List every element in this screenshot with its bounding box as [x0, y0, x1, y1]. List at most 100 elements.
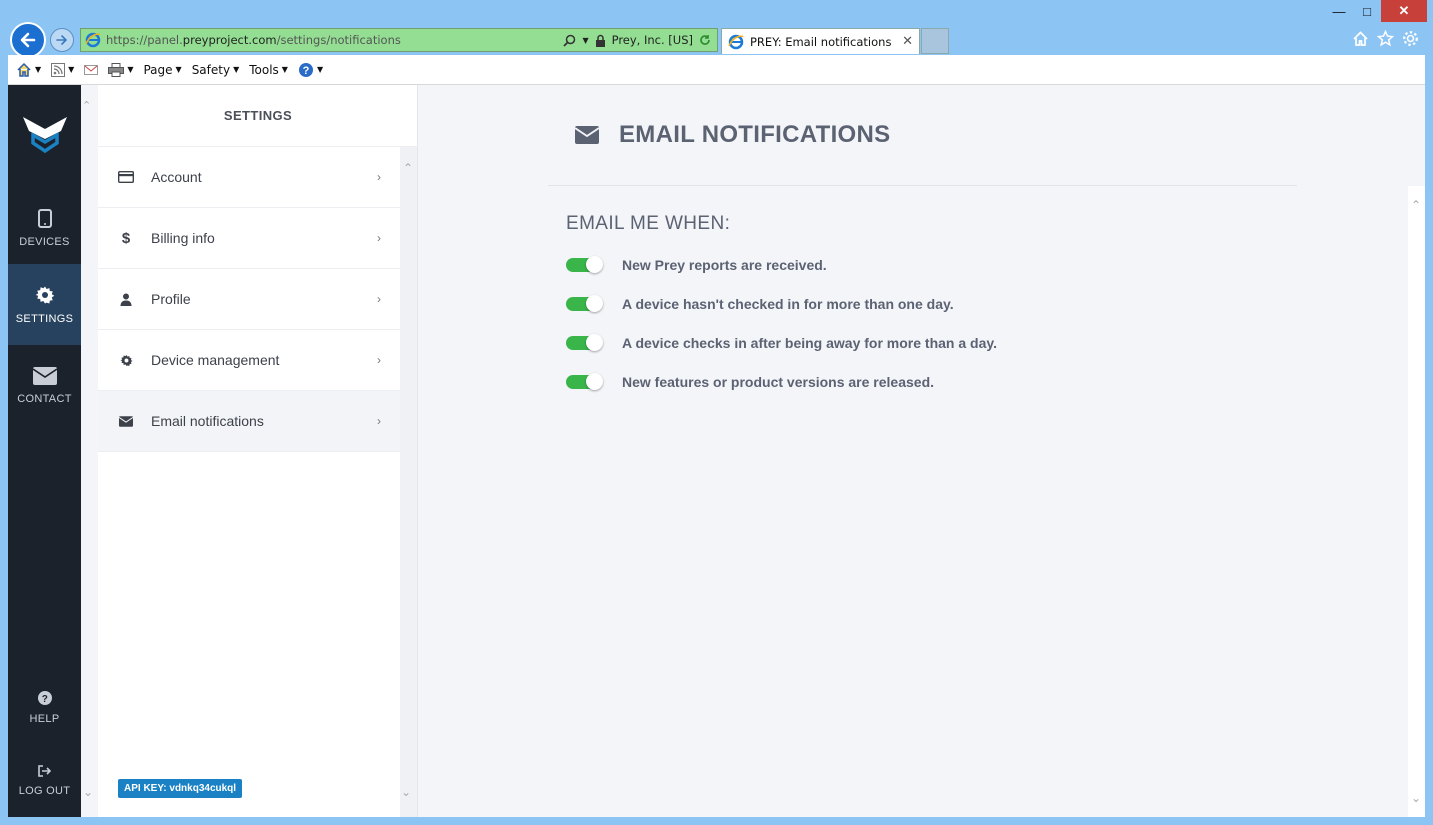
ie-icon: [728, 34, 744, 49]
print-menu[interactable]: ▼: [108, 62, 134, 77]
gear-icon: [119, 354, 133, 366]
toggle-knob: [586, 373, 603, 390]
settings-item-profile[interactable]: Profile ›: [98, 269, 401, 330]
nav-settings[interactable]: SETTINGS: [8, 264, 81, 345]
settings-title: SETTINGS: [98, 85, 418, 147]
settings-item-label: Profile: [151, 291, 191, 307]
refresh-icon[interactable]: [699, 34, 711, 46]
prey-logo-icon[interactable]: [21, 109, 69, 157]
home-icon: [17, 62, 31, 77]
settings-item-label: Device management: [151, 352, 280, 368]
chevron-down-icon: ▼: [281, 65, 288, 74]
tablet-icon: [37, 209, 52, 228]
lock-icon[interactable]: [595, 34, 606, 47]
home-icon[interactable]: [1352, 30, 1369, 47]
app-sidebar: DEVICES SETTINGS CONTACT ? HELP LOG OUT: [8, 85, 81, 817]
envelope-icon: [32, 366, 57, 385]
tab-close-icon[interactable]: ✕: [902, 34, 913, 49]
section-heading: EMAIL ME WHEN:: [566, 213, 731, 234]
url-host: preyproject.com: [182, 33, 277, 47]
settings-item-billing[interactable]: $ Billing info ›: [98, 208, 401, 269]
nav-settings-label: SETTINGS: [15, 312, 74, 325]
api-key-badge: API KEY: vdnkq34cukql: [118, 779, 243, 798]
url-path: /settings/notifications: [276, 33, 401, 47]
nav-devices-label: DEVICES: [19, 236, 70, 248]
settings-item-account[interactable]: Account ›: [98, 147, 401, 208]
forward-button[interactable]: [50, 28, 74, 52]
minimize-button[interactable]: —: [1325, 0, 1353, 22]
nav-help-label: HELP: [29, 712, 60, 725]
favorites-star-icon[interactable]: [1377, 30, 1394, 47]
tab-title: PREY: Email notifications: [750, 34, 892, 49]
settings-item-label: Billing info: [151, 230, 215, 246]
url-text: https://panel.preyproject.com/settings/n…: [106, 33, 563, 47]
feeds-menu[interactable]: ▼: [51, 62, 75, 77]
close-button[interactable]: ✕: [1381, 0, 1427, 22]
rss-icon: [51, 62, 66, 77]
notification-option: New features or product versions are rel…: [566, 373, 935, 390]
chevron-right-icon: ›: [377, 231, 381, 245]
search-icon[interactable]: [563, 34, 576, 47]
nav-logout[interactable]: LOG OUT: [8, 740, 81, 821]
main-scrollbar[interactable]: ⌃ ⌄: [1408, 186, 1425, 817]
scroll-down-arrow[interactable]: ⌄: [83, 785, 93, 799]
new-tab-button[interactable]: [921, 28, 949, 54]
toggle-knob: [586, 334, 603, 351]
toggle-switch[interactable]: [566, 256, 603, 273]
scroll-down-arrow[interactable]: ⌄: [1411, 791, 1421, 805]
nav-help[interactable]: ? HELP: [8, 667, 81, 748]
nav-contact[interactable]: CONTACT: [8, 345, 81, 426]
settings-item-device-management[interactable]: Device management ›: [98, 330, 401, 391]
nav-devices[interactable]: DEVICES: [8, 188, 81, 269]
mail-menu[interactable]: [84, 64, 99, 76]
toggle-knob: [586, 295, 603, 312]
question-icon: ?: [37, 690, 52, 705]
settings-list: Account › $ Billing info › Profile › Dev…: [98, 147, 401, 452]
scroll-up-arrow[interactable]: ⌃: [1411, 198, 1421, 212]
print-icon: [108, 62, 125, 77]
notification-option: A device checks in after being away for …: [566, 334, 997, 351]
scroll-up-arrow[interactable]: ⌃: [403, 161, 413, 175]
chevron-right-icon: ›: [377, 353, 381, 367]
chevron-down-icon: ▼: [233, 65, 240, 74]
chevron-down-icon: ▼: [316, 65, 324, 74]
ie-icon: [85, 32, 101, 48]
back-arrow-icon: [20, 32, 36, 48]
site-identity[interactable]: Prey, Inc. [US]: [612, 33, 693, 47]
home-menu[interactable]: ▼: [16, 62, 41, 78]
scroll-down-arrow[interactable]: ⌄: [401, 785, 411, 799]
maximize-button[interactable]: □: [1353, 0, 1381, 22]
toggle-switch[interactable]: [566, 334, 603, 351]
page-menu-label: Page: [143, 62, 173, 77]
toggle-switch[interactable]: [566, 373, 603, 390]
help-menu[interactable]: ? ▼: [298, 62, 323, 78]
logout-icon: [37, 764, 51, 777]
notification-option: A device hasn't checked in for more than…: [566, 295, 954, 312]
page-title: EMAIL NOTIFICATIONS: [619, 121, 891, 148]
chevron-down-icon: ▼: [175, 65, 182, 74]
browser-tab[interactable]: PREY: Email notifications ✕: [721, 28, 920, 54]
chevron-down-icon[interactable]: ▼: [582, 36, 588, 45]
scroll-up-arrow[interactable]: ⌃: [82, 99, 91, 112]
tools-menu-label: Tools: [249, 62, 279, 77]
settings-panel: SETTINGS Account › $ Billing info › Prof…: [98, 85, 418, 817]
envelope-icon: [119, 415, 133, 427]
option-label: New features or product versions are rel…: [622, 374, 935, 390]
settings-scrollbar[interactable]: ⌃: [400, 147, 417, 817]
chevron-down-icon: ▼: [68, 65, 75, 74]
back-button[interactable]: [10, 22, 46, 58]
toggle-switch[interactable]: [566, 295, 603, 312]
chevron-down-icon: ▼: [127, 65, 134, 74]
main-content: EMAIL NOTIFICATIONS EMAIL ME WHEN: New P…: [418, 85, 1425, 817]
safety-menu[interactable]: Safety ▼: [192, 63, 240, 77]
credit-card-icon: [118, 171, 134, 183]
browser-toolbar-icons: [1352, 30, 1419, 47]
page-menu[interactable]: Page ▼: [143, 63, 181, 77]
address-bar[interactable]: https://panel.preyproject.com/settings/n…: [80, 28, 718, 52]
tools-menu[interactable]: Tools ▼: [249, 63, 288, 77]
svg-text:?: ?: [41, 694, 47, 705]
gear-icon[interactable]: [1402, 30, 1419, 47]
settings-item-email-notifications[interactable]: Email notifications ›: [98, 391, 401, 452]
chevron-right-icon: ›: [377, 292, 381, 306]
settings-item-label: Account: [151, 169, 202, 185]
